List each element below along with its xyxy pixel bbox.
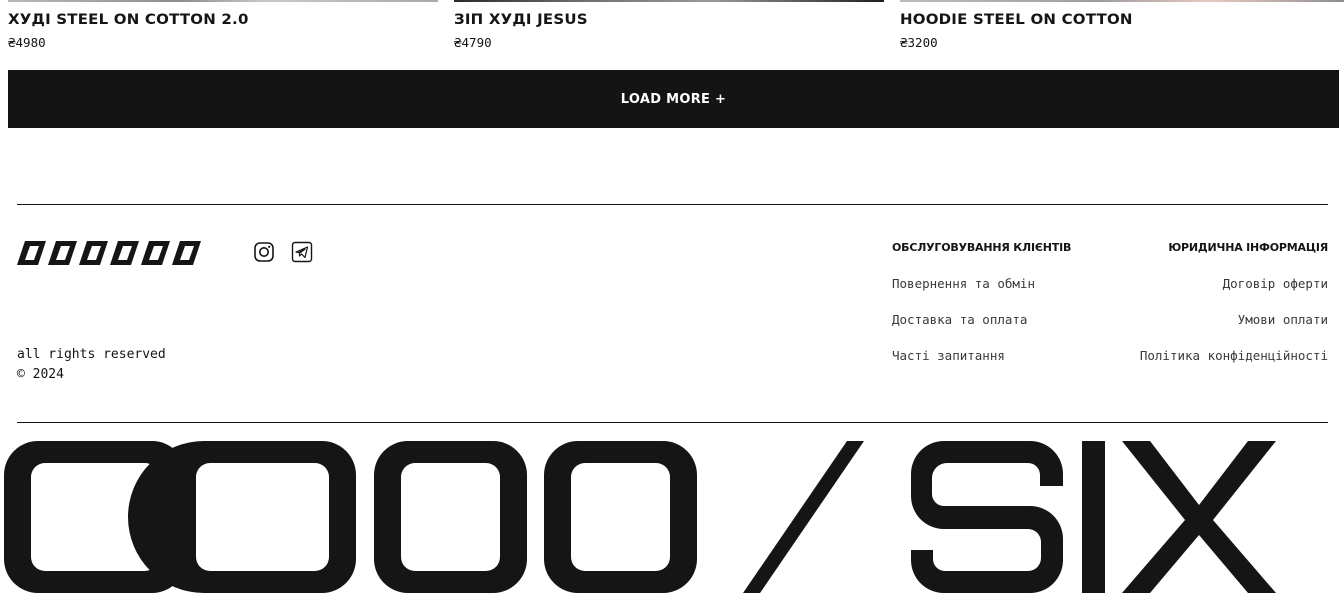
faq-link[interactable]: Часті запитання <box>892 348 1005 363</box>
payment-terms-link[interactable]: Умови оплати <box>1238 312 1328 327</box>
brand-logo[interactable] <box>17 241 207 265</box>
footer-bottom-divider <box>17 422 1328 423</box>
delivery-link[interactable]: Доставка та оплата <box>892 312 1027 327</box>
product-name[interactable]: HOODIE STEEL ON COTTON <box>900 11 1133 28</box>
copyright-block: all rights reserved © 2024 <box>17 345 166 385</box>
load-more-button[interactable]: LOAD MORE + <box>8 70 1339 128</box>
product-name[interactable]: ХУДІ STEEL ON COTTON 2.0 <box>8 11 249 28</box>
product-image[interactable] <box>454 0 884 2</box>
product-price: ₴3200 <box>900 35 938 50</box>
telegram-icon[interactable] <box>291 241 313 263</box>
product-card[interactable]: ХУДІ STEEL ON COTTON 2.0 ₴4980 <box>8 0 438 60</box>
privacy-policy-link[interactable]: Політика конфіденційності <box>1140 348 1328 363</box>
returns-link[interactable]: Повернення та обмін <box>892 276 1035 291</box>
copyright-icon: © <box>17 367 25 382</box>
footer-top-divider <box>17 204 1328 205</box>
product-image[interactable] <box>900 0 1344 2</box>
product-card[interactable]: ЗІП ХУДІ JESUS ₴4790 <box>454 0 884 60</box>
product-price: ₴4790 <box>454 35 492 50</box>
product-name[interactable]: ЗІП ХУДІ JESUS <box>454 11 588 28</box>
product-card[interactable]: HOODIE STEEL ON COTTON ₴3200 <box>900 0 1344 60</box>
rights-text: all rights reserved <box>17 347 166 362</box>
legal-info-heading: Юридична інформація <box>1168 241 1328 254</box>
product-price: ₴4980 <box>8 35 46 50</box>
product-grid: ХУДІ STEEL ON COTTON 2.0 ₴4980 ЗІП ХУДІ … <box>0 0 1344 60</box>
customer-service-heading: Обслуговування клієнтів <box>892 241 1072 254</box>
product-image[interactable] <box>8 0 438 2</box>
copyright-line: © 2024 <box>17 365 166 385</box>
copyright-year: 2024 <box>32 367 64 382</box>
instagram-icon[interactable] <box>253 241 275 263</box>
brand-wordmark <box>0 432 1344 612</box>
offer-agreement-link[interactable]: Договір оферти <box>1223 276 1328 291</box>
